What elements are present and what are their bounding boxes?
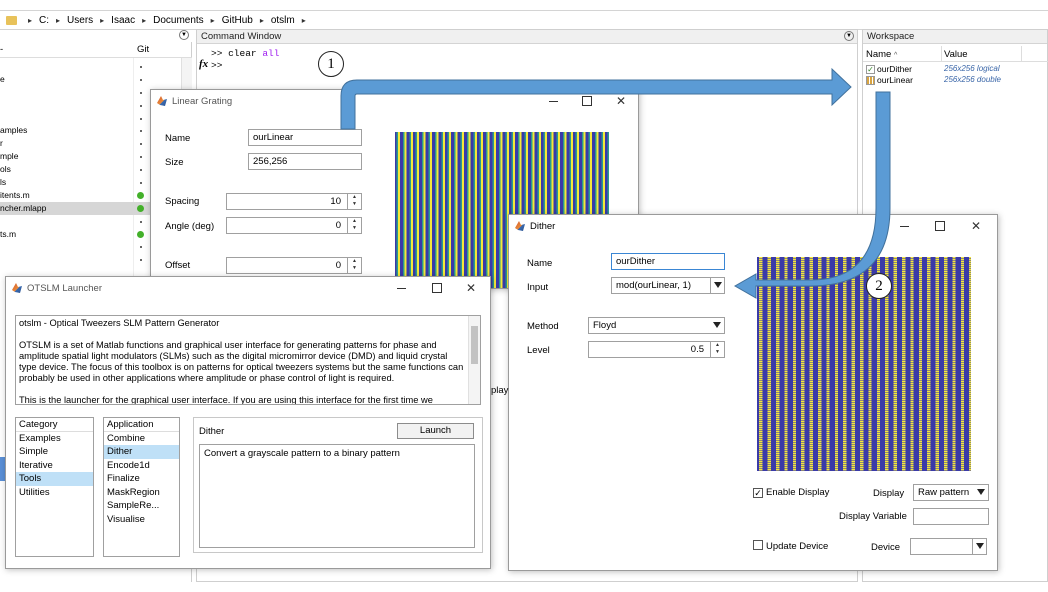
display-label-partial: play — [491, 385, 509, 396]
step-1-marker: 1 — [318, 51, 344, 77]
step-2-marker: 2 — [866, 273, 892, 299]
annotation-arrows — [340, 67, 891, 299]
arrow-1 — [340, 67, 852, 130]
arrow-2 — [733, 91, 891, 299]
